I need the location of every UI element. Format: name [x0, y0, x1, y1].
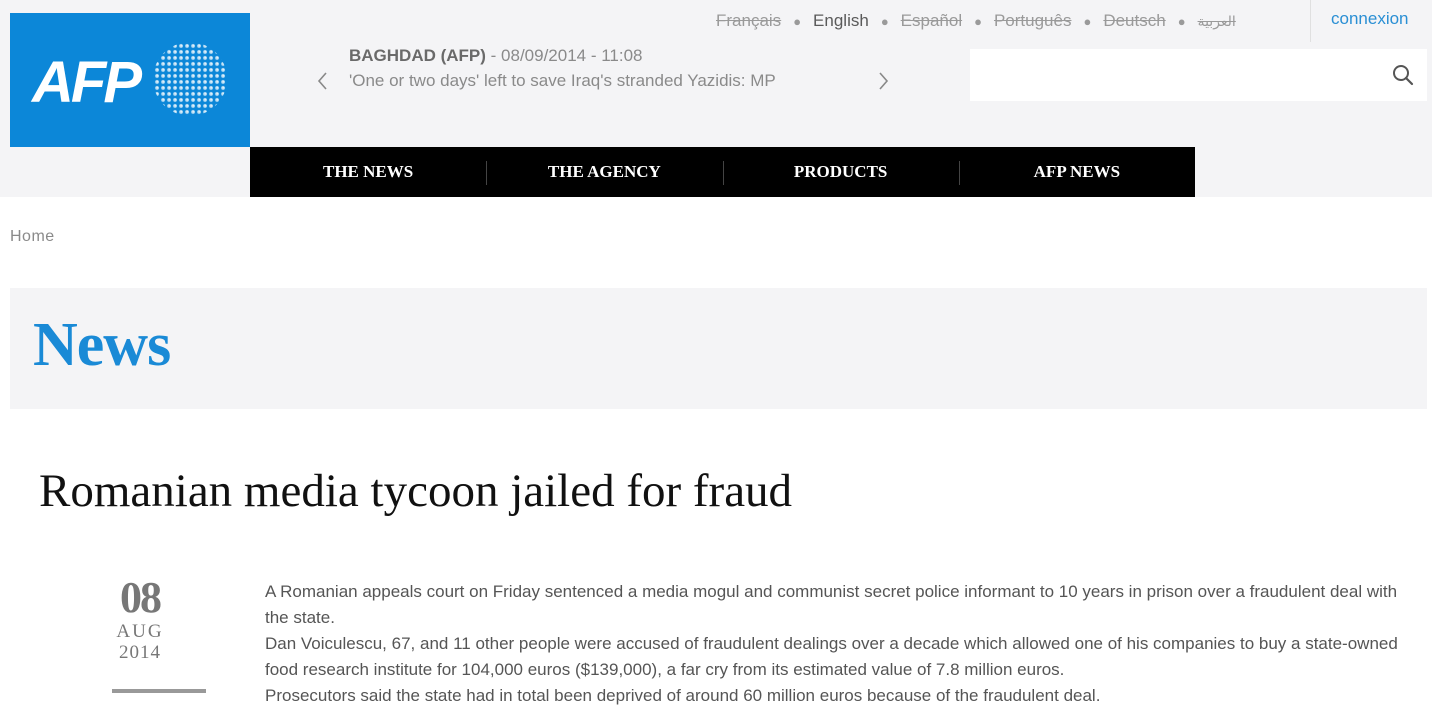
ticker-dateline: BAGHDAD (AFP) - 08/09/2014 - 11:08 [349, 46, 643, 66]
lang-french[interactable]: Français [716, 11, 781, 31]
search-box [970, 49, 1427, 101]
lang-english[interactable]: English [813, 11, 869, 31]
main-nav: THE NEWS THE AGENCY PRODUCTS AFP NEWS [250, 147, 1195, 197]
afp-logo[interactable]: AFP [10, 13, 250, 147]
article-headline: Romanian media tycoon jailed for fraud [39, 465, 793, 517]
lang-separator: ● [880, 13, 889, 29]
ticker-headline[interactable]: 'One or two days' left to save Iraq's st… [349, 71, 776, 91]
nav-products[interactable]: PRODUCTS [722, 147, 959, 197]
lang-separator: ● [1177, 13, 1186, 29]
language-switcher: Français ● English ● Español ● Português… [716, 9, 1236, 33]
lang-german[interactable]: Deutsch [1103, 11, 1165, 31]
nav-the-news[interactable]: THE NEWS [250, 147, 486, 197]
date-day: 08 [120, 573, 162, 622]
nav-the-agency[interactable]: THE AGENCY [486, 147, 722, 197]
date-divider [112, 689, 206, 693]
ticker-source: BAGHDAD (AFP) [349, 46, 486, 65]
section-header: News [10, 288, 1427, 409]
afp-logo-mark: AFP [30, 42, 227, 116]
search-icon[interactable] [1391, 63, 1415, 92]
article-paragraph: Prosecutors said the state had in total … [265, 686, 1101, 705]
ticker-datetime: - 08/09/2014 - 11:08 [485, 46, 643, 65]
lang-separator: ● [793, 13, 802, 29]
article-paragraph: A Romanian appeals court on Friday sente… [265, 582, 1398, 627]
afp-logo-text: AFP [30, 50, 142, 115]
breadcrumb-home[interactable]: Home [10, 228, 55, 246]
chevron-left-icon[interactable] [314, 68, 332, 94]
lang-arabic[interactable]: العربية [1198, 13, 1236, 30]
date-month: AUG [116, 621, 164, 642]
article-date: 08 AUG 2014 [100, 574, 180, 664]
article-paragraph: Dan Voiculescu, 67, and 11 other people … [265, 634, 1398, 679]
date-year: 2014 [119, 642, 161, 663]
lang-separator: ● [1083, 13, 1092, 29]
nav-afp-news[interactable]: AFP NEWS [958, 147, 1195, 197]
connexion-link[interactable]: connexion [1331, 9, 1409, 29]
lang-spanish[interactable]: Español [901, 11, 962, 31]
lang-portuguese[interactable]: Português [994, 11, 1072, 31]
section-title: News [33, 311, 171, 379]
article-body: A Romanian appeals court on Friday sente… [265, 579, 1415, 709]
search-input[interactable] [970, 49, 1370, 101]
chevron-right-icon[interactable] [874, 68, 892, 94]
lang-separator: ● [974, 13, 982, 29]
header-divider [1310, 0, 1311, 42]
